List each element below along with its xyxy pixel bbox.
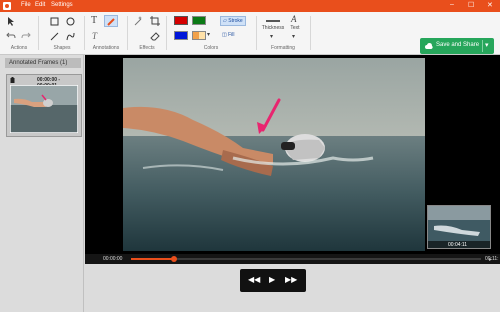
color-swatch-blue[interactable]	[174, 31, 188, 40]
color-swatch-red[interactable]	[174, 16, 188, 25]
maximize-button[interactable]: ☐	[468, 1, 474, 9]
app-logo-icon	[3, 2, 11, 10]
fill-toggle[interactable]: ◫ Fill	[220, 31, 237, 39]
group-label-effects: Effects	[139, 45, 155, 51]
annotated-frames-header: Annotated Frames (1)	[5, 58, 81, 68]
line-tool-icon[interactable]	[50, 32, 59, 41]
group-label-annotations: Annotations	[92, 45, 120, 51]
preview-thumbnail[interactable]: 00:04:11	[427, 205, 491, 249]
save-options-chevron-icon[interactable]: ▾	[485, 41, 489, 49]
text-dropdown-icon[interactable]: ▾	[292, 32, 295, 42]
fill-icon: ◫	[222, 32, 227, 38]
save-and-share-label: Save and Share	[436, 42, 480, 48]
playback-controls: ◀◀ ▶ ▶▶	[240, 269, 306, 292]
group-label-actions: Actions	[10, 45, 28, 51]
cloud-upload-icon	[425, 43, 433, 49]
color-swatch-green[interactable]	[192, 16, 206, 25]
text-style-icon: A	[291, 14, 297, 24]
undo-icon[interactable]	[6, 32, 16, 40]
frame-thumbnail-image	[10, 85, 78, 133]
thickness-label[interactable]: Thickness	[259, 25, 287, 31]
preview-timestamp-bar: 00:04:11	[428, 241, 490, 248]
ellipse-tool-icon[interactable]	[66, 17, 75, 26]
title-bar: File Edit Settings – ☐ ✕	[0, 0, 500, 12]
minimize-button[interactable]: –	[450, 1, 454, 8]
scroll-right-icon[interactable]: ▸	[489, 256, 492, 263]
thickness-dropdown-icon[interactable]: ▾	[270, 32, 273, 42]
stroke-toggle[interactable]: ▱ Stroke	[220, 16, 246, 26]
crop-icon[interactable]	[150, 16, 160, 26]
timeline-progress	[131, 258, 174, 260]
select-pointer-icon[interactable]	[7, 16, 16, 26]
button-divider	[482, 40, 483, 52]
group-label-formatting: Formatting	[271, 45, 295, 51]
timeline-scrubber[interactable]	[170, 256, 177, 262]
redo-icon[interactable]	[21, 32, 31, 40]
ribbon-toolbar: Actions Shapes T T Annotations Effects ▾	[0, 12, 500, 55]
save-and-share-button[interactable]: Save and Share ▾	[420, 38, 494, 54]
rewind-icon[interactable]: ◀◀	[248, 275, 260, 284]
current-time: 00:00:00	[103, 256, 123, 262]
fast-forward-icon[interactable]: ▶▶	[285, 275, 297, 284]
menu-settings[interactable]: Settings	[51, 2, 73, 8]
stroke-icon: ▱	[223, 18, 227, 24]
ribbon-divider	[84, 16, 85, 50]
delete-frame-icon[interactable]	[10, 77, 15, 83]
play-icon[interactable]: ▶	[269, 275, 275, 284]
text-format-label[interactable]: Text	[288, 25, 302, 31]
fill-label: Fill	[228, 32, 235, 38]
preview-timestamp: 00:04:11	[448, 242, 468, 248]
color-swatch-custom[interactable]	[192, 31, 206, 40]
ribbon-divider	[166, 16, 167, 50]
ribbon-divider	[38, 16, 39, 50]
timeline-bar: 00:00:00 00:11:	[85, 254, 500, 264]
stroke-label: Stroke	[228, 18, 243, 24]
highlighter-tool-active[interactable]	[104, 15, 118, 27]
group-label-shapes: Shapes	[53, 45, 71, 51]
text-tool-icon[interactable]: T	[91, 16, 97, 26]
formatted-text-icon[interactable]: T	[92, 31, 97, 41]
highlighter-icon	[107, 18, 115, 26]
magic-wand-icon[interactable]	[133, 16, 143, 26]
video-frame-image	[123, 58, 425, 251]
eraser-icon[interactable]	[150, 31, 160, 41]
menu-file[interactable]: File	[21, 2, 31, 8]
menu-edit[interactable]: Edit	[35, 2, 45, 8]
curve-tool-icon[interactable]	[66, 32, 75, 41]
ribbon-divider	[256, 16, 257, 50]
chevron-down-icon[interactable]: ▾	[207, 30, 210, 40]
ribbon-divider	[310, 16, 311, 50]
close-button[interactable]: ✕	[487, 1, 493, 9]
annotated-frame-card[interactable]: 00:00:00 - 00:00:01	[6, 74, 82, 137]
group-label-colors: Colors	[203, 45, 219, 51]
thickness-icon	[266, 20, 280, 22]
rectangle-tool-icon[interactable]	[50, 17, 59, 26]
timeline-track[interactable]	[131, 256, 481, 262]
